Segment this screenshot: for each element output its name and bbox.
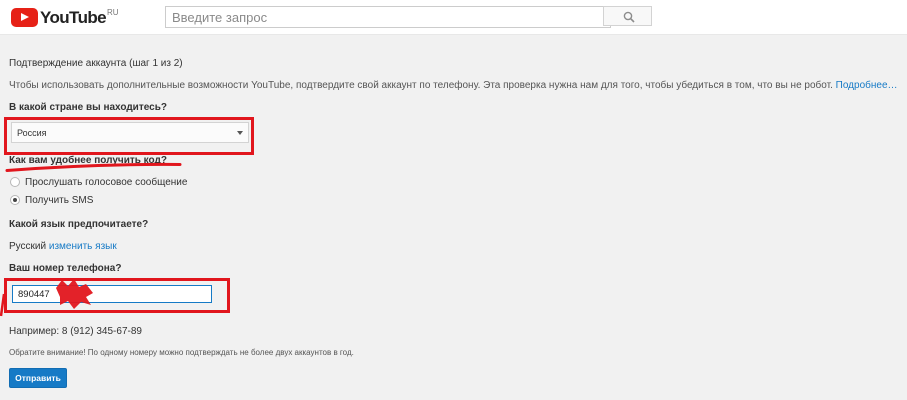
language-value: Русский — [9, 241, 47, 252]
change-language-link[interactable]: изменить язык — [49, 241, 117, 252]
annotation-stroke — [0, 293, 6, 317]
youtube-logo[interactable]: YouTube RU — [11, 8, 119, 27]
search-input[interactable] — [165, 6, 611, 28]
language-row: Русский изменить язык — [9, 241, 117, 252]
description-text: Чтобы использовать дополнительные возмож… — [9, 80, 833, 91]
search-button[interactable] — [603, 6, 652, 26]
youtube-play-icon — [11, 8, 38, 27]
radio-voice-label[interactable]: Прослушать голосовое сообщение — [25, 177, 187, 188]
notice-text: Обратите внимание! По одному номеру можн… — [9, 348, 354, 357]
radio-sms[interactable] — [10, 195, 20, 205]
page-title: Подтверждение аккаунта (шаг 1 из 2) — [9, 58, 183, 69]
phone-input[interactable] — [12, 285, 212, 303]
country-question: В какой стране вы находитесь? — [9, 102, 167, 113]
submit-button[interactable]: Отправить — [9, 368, 67, 388]
language-question: Какой язык предпочитаете? — [9, 219, 149, 230]
chevron-down-icon — [237, 131, 243, 135]
country-value: Россия — [17, 128, 47, 138]
top-bar: YouTube RU — [0, 0, 907, 35]
description: Чтобы использовать дополнительные возмож… — [9, 80, 898, 91]
learn-more-link[interactable]: Подробнее… — [836, 80, 898, 91]
search-icon — [623, 11, 635, 23]
radio-sms-label[interactable]: Получить SMS — [25, 195, 93, 206]
country-select[interactable]: Россия — [11, 122, 249, 143]
phone-example: Например: 8 (912) 345-67-89 — [9, 326, 142, 337]
radio-voice-message[interactable] — [10, 177, 20, 187]
logo-region: RU — [107, 8, 119, 17]
phone-question: Ваш номер телефона? — [9, 263, 122, 274]
code-question: Как вам удобнее получить код? — [9, 155, 167, 166]
logo-text: YouTube — [40, 8, 107, 27]
